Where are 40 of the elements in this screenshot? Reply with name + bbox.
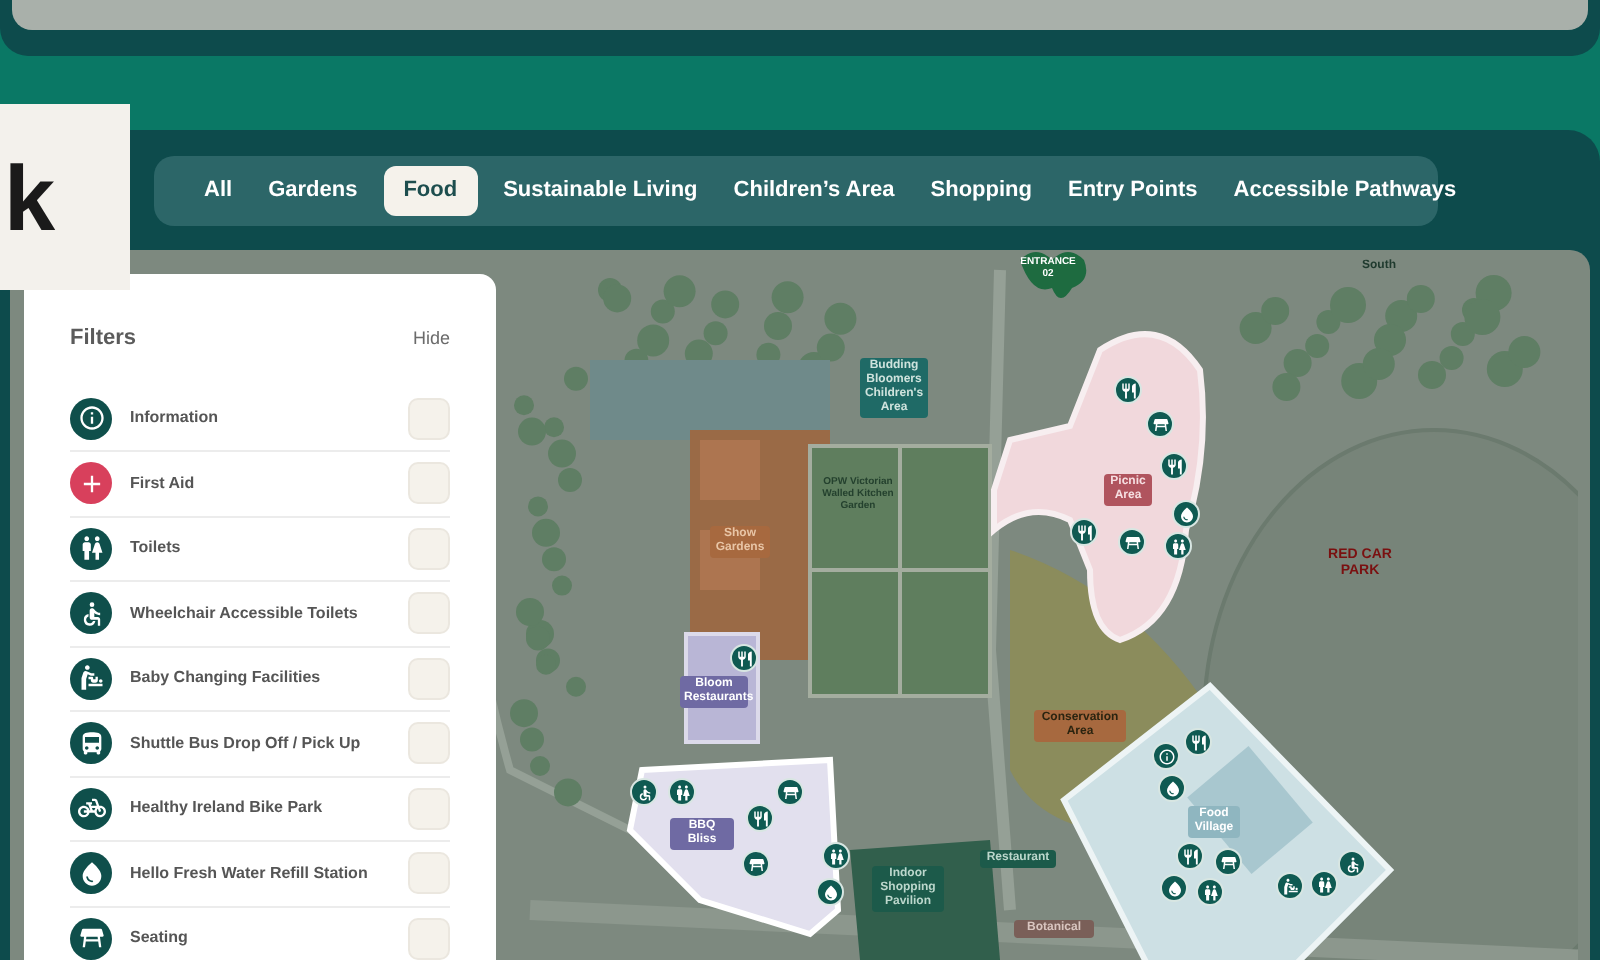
- filter-checkbox[interactable]: [408, 657, 450, 700]
- logo-letter: k: [4, 151, 56, 243]
- category-tab[interactable]: Gardens: [250, 166, 376, 216]
- toilet-icon: [70, 527, 112, 570]
- filter-checkbox[interactable]: [408, 722, 450, 765]
- category-tab[interactable]: Accessible Pathways: [1215, 166, 1475, 216]
- bus-icon: [70, 722, 112, 765]
- water-drop-map-marker-icon[interactable]: [1172, 500, 1200, 528]
- category-tab[interactable]: Entry Points: [1050, 166, 1216, 216]
- filter-checkbox[interactable]: [408, 527, 450, 570]
- filter-label: Hello Fresh Water Refill Station: [130, 861, 370, 886]
- filter-label: Baby Changing Facilities: [130, 666, 323, 691]
- filter-checkbox[interactable]: [408, 852, 450, 895]
- info-icon: [70, 397, 112, 440]
- filter-label: Toilets: [130, 536, 183, 561]
- filter-label: Shuttle Bus Drop Off / Pick Up: [130, 731, 363, 756]
- category-tab[interactable]: Sustainable Living: [485, 166, 716, 216]
- filter-label: First Aid: [130, 471, 197, 496]
- filter-checkbox[interactable]: [408, 592, 450, 635]
- filter-label: Wheelchair Accessible Toilets: [130, 601, 360, 626]
- category-tab[interactable]: Children’s Area: [715, 166, 913, 216]
- wheelchair-map-marker-icon[interactable]: [630, 778, 658, 806]
- plus-icon: [70, 462, 112, 505]
- category-tab[interactable]: Food: [383, 166, 478, 216]
- filter-label: Healthy Ireland Bike Park: [130, 796, 325, 821]
- filter-label: Seating: [130, 926, 190, 951]
- filter-checkbox[interactable]: [408, 462, 450, 505]
- filters-title: Filters: [70, 324, 137, 354]
- toilet-map-marker-icon[interactable]: [822, 842, 850, 870]
- bicycle-icon: [70, 787, 112, 830]
- water-drop-icon: [70, 852, 112, 895]
- filter-checkbox[interactable]: [408, 397, 450, 440]
- baby-changing-icon: [70, 657, 112, 700]
- filter-checkbox[interactable]: [408, 917, 450, 960]
- hide-button[interactable]: Hide: [412, 325, 450, 352]
- category-tab[interactable]: Shopping: [912, 166, 1050, 216]
- category-tab[interactable]: All: [186, 166, 251, 216]
- filter-label: Information: [130, 406, 220, 431]
- wheelchair-icon: [70, 592, 112, 635]
- filter-checkbox[interactable]: [408, 787, 450, 830]
